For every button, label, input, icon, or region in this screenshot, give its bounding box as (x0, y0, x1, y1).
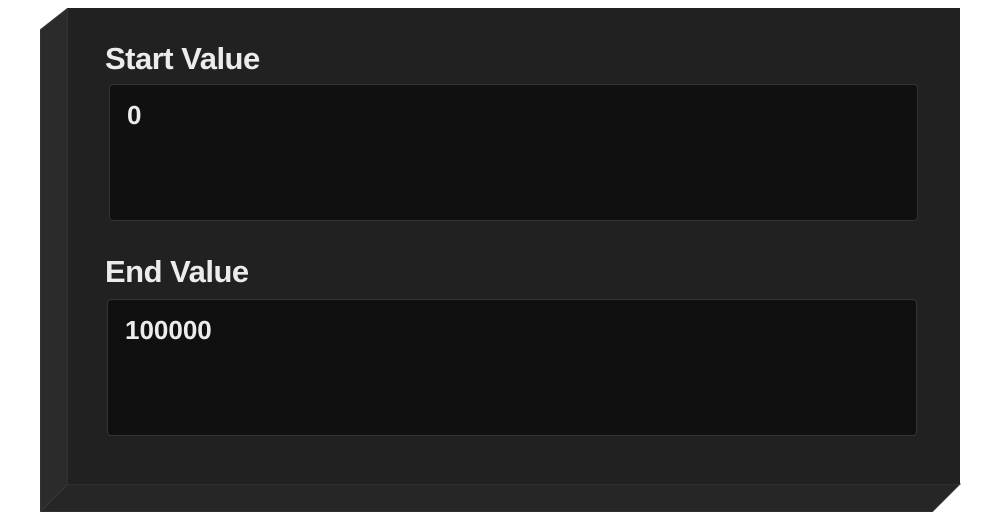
start-value-label: Start Value (105, 41, 260, 76)
start-value-input[interactable]: 0 (109, 84, 918, 221)
panel-face: Start Value 0 End Value 100000 (68, 8, 960, 484)
end-value-input[interactable]: 100000 (107, 299, 917, 436)
form-panel: Start Value 0 End Value 100000 (40, 8, 961, 512)
stage: Start Value 0 End Value 100000 (0, 0, 1000, 522)
end-value-label: End Value (105, 254, 249, 289)
